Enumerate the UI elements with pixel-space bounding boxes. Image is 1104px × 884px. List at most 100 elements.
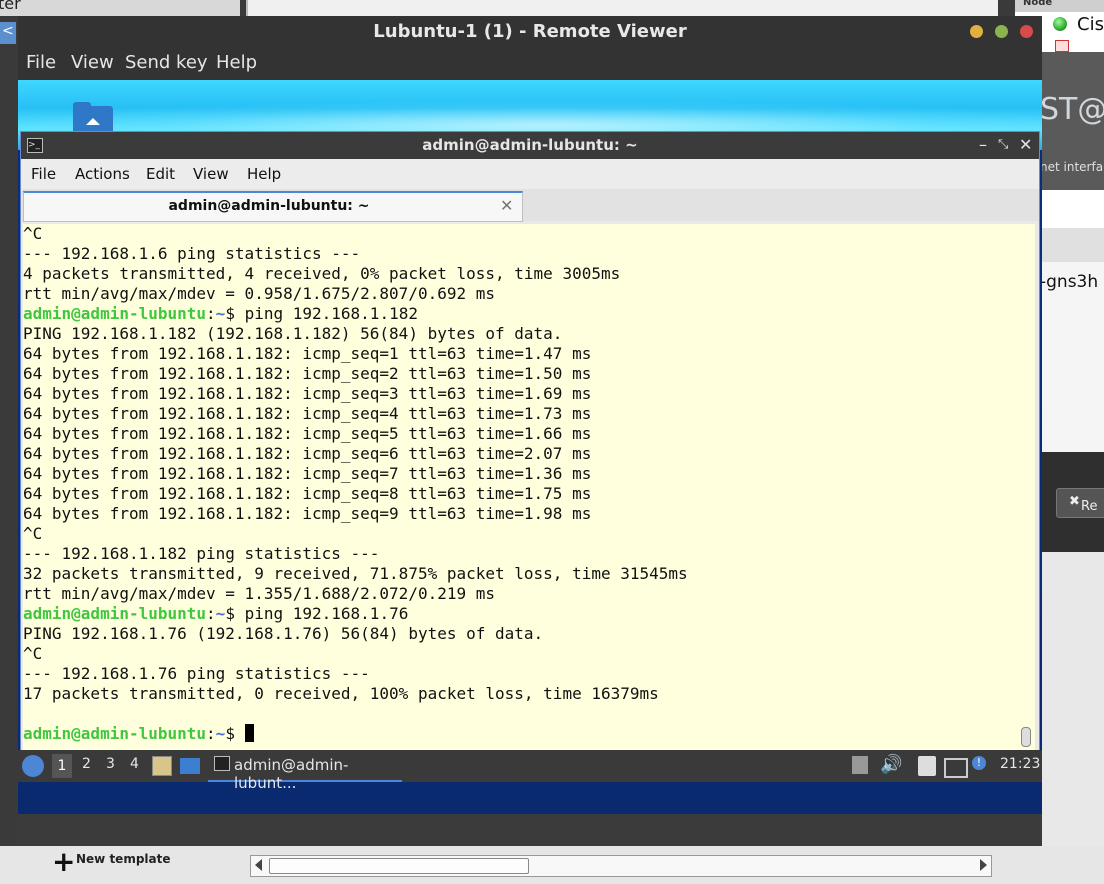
- terminal-minimize-icon[interactable]: –: [979, 135, 987, 154]
- output-line: --- 192.168.1.6 ping statistics ---: [23, 244, 361, 263]
- terminal-scrollbar[interactable]: [1021, 727, 1031, 747]
- terminal-menu-actions[interactable]: Actions: [75, 165, 130, 183]
- remote-viewer-title: Lubuntu-1 (1) - Remote Viewer: [18, 16, 1042, 48]
- notification-icon[interactable]: !: [972, 756, 986, 770]
- home-glyph-icon: [86, 118, 100, 125]
- prompt-path: ~: [215, 304, 226, 323]
- host-back-arrow-icon[interactable]: <: [0, 22, 16, 44]
- new-template-button[interactable]: New template: [76, 852, 171, 866]
- terminal-menu-view[interactable]: View: [193, 165, 229, 183]
- terminal-window: admin@admin-lubuntu: ~ >_ – ⤡ ✕ File Act…: [20, 131, 1040, 765]
- menu-send-key[interactable]: Send key: [125, 52, 208, 73]
- output-line: 64 bytes from 192.168.1.182: icmp_seq=4 …: [23, 404, 592, 423]
- clock: 21:23: [1000, 756, 1041, 772]
- host-fragment-text: ter: [0, 0, 21, 13]
- output-line: 64 bytes from 192.168.1.182: icmp_seq=9 …: [23, 504, 592, 523]
- file-manager-icon[interactable]: [152, 756, 172, 776]
- terminal-menu-file[interactable]: File: [31, 165, 56, 183]
- prompt-separator: :: [206, 604, 216, 623]
- prompt-separator: :: [206, 304, 216, 323]
- output-line: 64 bytes from 192.168.1.182: icmp_seq=7 …: [23, 464, 592, 483]
- prompt-dollar: $: [225, 724, 245, 743]
- command-text: ping 192.168.1.182: [244, 304, 418, 323]
- terminal-title: admin@admin-lubuntu: ~: [21, 132, 1039, 159]
- terminal-menu-help[interactable]: Help: [247, 165, 281, 183]
- host-gns-text: -gns3h: [1040, 272, 1099, 292]
- terminal-close-icon[interactable]: ✕: [1019, 135, 1032, 154]
- output-line: PING 192.168.1.182 (192.168.1.182) 56(84…: [23, 324, 563, 343]
- host-console-text: ST@: [1040, 92, 1104, 127]
- desktop-switch-2[interactable]: 2: [82, 756, 91, 772]
- prompt-user: admin@admin-lubuntu: [23, 304, 207, 323]
- remote-viewer-window: Lubuntu-1 (1) - Remote Viewer File View …: [18, 16, 1042, 846]
- maximize-icon[interactable]: [995, 25, 1008, 38]
- desktop-switch-3[interactable]: 3: [106, 756, 115, 772]
- host-reset-label: Re: [1081, 499, 1098, 514]
- terminal-tab-label: admin@admin-lubuntu: ~: [168, 198, 370, 214]
- tab-close-icon[interactable]: ✕: [500, 196, 513, 215]
- output-line: 17 packets transmitted, 0 received, 100%…: [23, 684, 659, 703]
- host-window-top: [246, 0, 998, 16]
- output-line: --- 192.168.1.182 ping statistics ---: [23, 544, 380, 563]
- output-line: 64 bytes from 192.168.1.182: icmp_seq=8 …: [23, 484, 592, 503]
- current-prompt-line: admin@admin-lubuntu:~$: [23, 724, 254, 744]
- host-window-fragment: ter: [0, 0, 240, 16]
- close-icon[interactable]: [1020, 25, 1033, 38]
- prompt-dollar: $: [225, 304, 245, 323]
- guest-desktop: admin@admin-lubuntu: ~ >_ – ⤡ ✕ File Act…: [18, 80, 1042, 814]
- terminal-tabbar: admin@admin-lubuntu: ~ ✕: [21, 189, 1039, 222]
- output-line: 64 bytes from 192.168.1.182: icmp_seq=1 …: [23, 344, 592, 363]
- remote-viewer-menubar: File View Send key Help: [18, 48, 1042, 80]
- command-text: ping 192.168.1.76: [244, 604, 409, 623]
- host-gns-pane: -gns3h: [1040, 262, 1104, 452]
- taskbar-terminal-label: admin@admin-lubunt...: [234, 756, 349, 792]
- prompt-separator: :: [206, 724, 216, 743]
- host-horizontal-scrollbar[interactable]: [250, 855, 992, 877]
- output-line: 4 packets transmitted, 4 received, 0% pa…: [23, 264, 621, 283]
- scroll-thumb[interactable]: [269, 858, 529, 874]
- terminal-output[interactable]: ^C --- 192.168.1.6 ping statistics --- 4 p…: [23, 224, 1035, 758]
- menu-file[interactable]: File: [26, 52, 56, 73]
- terminal-tab[interactable]: admin@admin-lubuntu: ~ ✕: [23, 191, 523, 222]
- scroll-right-icon[interactable]: [980, 859, 987, 871]
- lubuntu-menu-icon[interactable]: [22, 755, 44, 777]
- desktop-switch-1[interactable]: 1: [52, 754, 72, 778]
- menu-view[interactable]: View: [71, 52, 114, 73]
- terminal-menubar: File Actions Edit View Help: [21, 159, 1039, 189]
- text-cursor: [244, 724, 254, 742]
- prompt-path: ~: [215, 604, 226, 623]
- plus-icon[interactable]: +: [52, 848, 75, 876]
- volume-icon[interactable]: 🔊: [880, 754, 902, 775]
- minimize-icon[interactable]: [970, 25, 983, 38]
- prompt-user: admin@admin-lubuntu: [23, 724, 207, 743]
- terminal-menu-edit[interactable]: Edit: [146, 165, 175, 183]
- node-header-label: Node: [1023, 0, 1053, 8]
- output-line: rtt min/avg/max/mdev = 0.958/1.675/2.807…: [23, 284, 496, 303]
- node-stop-icon: [1055, 40, 1069, 52]
- node-header: Node: [1015, 0, 1104, 12]
- node-status-icon: [1053, 17, 1067, 31]
- terminal-maximize-icon[interactable]: ⤡: [998, 137, 1008, 152]
- host-reset-button[interactable]: ✖ Re: [1056, 488, 1104, 518]
- command-line: admin@admin-lubuntu:~$ ping 192.168.1.18…: [23, 304, 418, 324]
- network-icon[interactable]: [944, 758, 968, 778]
- command-line: admin@admin-lubuntu:~$ ping 192.168.1.76: [23, 604, 408, 624]
- terminal-task-icon: [214, 756, 230, 771]
- host-input-area: [1040, 190, 1104, 228]
- taskbar-terminal-button[interactable]: admin@admin-lubunt...: [208, 752, 402, 792]
- output-line: 64 bytes from 192.168.1.182: icmp_seq=2 …: [23, 364, 592, 383]
- output-line: 64 bytes from 192.168.1.182: icmp_seq=6 …: [23, 444, 592, 463]
- scroll-left-icon[interactable]: [255, 859, 262, 871]
- output-line: 32 packets transmitted, 9 received, 71.8…: [23, 564, 688, 583]
- node-item-label: Cis: [1077, 14, 1104, 35]
- desktop-switch-4[interactable]: 4: [130, 756, 139, 772]
- host-net-interface-label: net interfa: [1040, 160, 1104, 174]
- tray-up-icon[interactable]: [852, 756, 868, 774]
- clipboard-icon[interactable]: [918, 756, 936, 776]
- show-desktop-icon[interactable]: [180, 758, 200, 774]
- output-line: PING 192.168.1.76 (192.168.1.76) 56(84) …: [23, 624, 544, 643]
- output-line: --- 192.168.1.76 ping statistics ---: [23, 664, 370, 683]
- output-line: rtt min/avg/max/mdev = 1.355/1.688/2.072…: [23, 584, 496, 603]
- output-line: 64 bytes from 192.168.1.182: icmp_seq=3 …: [23, 384, 592, 403]
- menu-help[interactable]: Help: [216, 52, 257, 73]
